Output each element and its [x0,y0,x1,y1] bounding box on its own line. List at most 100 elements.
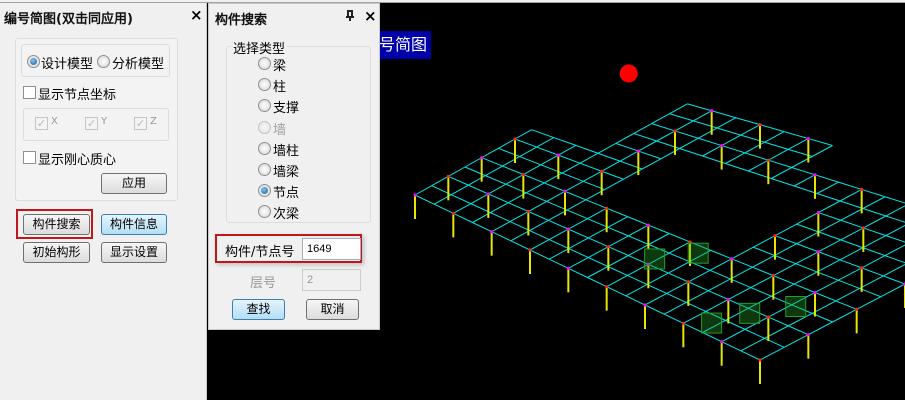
beam [481,157,503,167]
type-label: 支撑 [273,101,300,117]
node [643,303,647,307]
show-node-coords-checkbox[interactable] [23,86,36,99]
close-icon[interactable]: × [190,6,203,24]
type-radio[interactable] [258,141,271,155]
component-search-button[interactable]: 构件搜索 [23,214,90,235]
beam [861,255,886,269]
beam [768,159,792,168]
node [480,156,484,160]
beam [604,178,624,190]
analysis-model-radio[interactable] [97,55,110,68]
beam [859,275,884,289]
type-radio[interactable] [258,57,271,70]
close-icon[interactable]: × [364,7,377,25]
beam [744,152,769,161]
design-model-radio[interactable] [27,55,40,68]
beam [519,146,537,158]
beam [564,190,587,201]
beam [794,185,818,194]
cancel-button[interactable]: 取消 [306,299,359,320]
beam [523,174,545,184]
beam [558,154,581,164]
beam [725,152,746,164]
id-input[interactable] [302,238,361,260]
beam [788,138,809,150]
beam [566,209,588,220]
beam [773,275,795,285]
beam [840,208,864,221]
beam [674,120,694,132]
beam [861,267,884,277]
search-panel-title: 构件搜索 [215,13,268,28]
beam [546,190,566,202]
beam [840,219,864,229]
beam [587,207,607,220]
beam [796,212,819,225]
beam [816,181,839,194]
beam [740,124,761,136]
beam [608,235,629,248]
beam [863,215,887,229]
beam [453,212,473,223]
type-radio[interactable] [258,163,271,176]
floor-input [302,269,361,291]
beam [526,182,545,194]
beam [648,233,670,245]
beam [498,147,520,158]
show-node-coords-label: 显示节点坐标 [38,88,117,103]
y-checkbox: ✓ [85,117,98,130]
node [860,187,864,192]
apply-button[interactable]: 应用 [101,173,167,194]
beam [663,313,684,324]
y-label: Y [101,116,108,127]
wall [785,296,807,317]
node [686,280,690,284]
type-label: 柱 [273,80,287,96]
beam [588,226,609,239]
beam [839,200,864,209]
beam [523,164,542,175]
beam [633,123,652,134]
beam [529,219,549,232]
beam [568,237,589,249]
beam [856,296,882,310]
beam [862,247,886,257]
beam [641,158,662,170]
beam [838,267,862,281]
beam [839,247,864,261]
component-search-panel: 构件搜索 × 选择类型 梁柱支撑墙墙柱墙梁节点次梁 构件/节点号 层号 查找 取… [208,3,380,330]
beam [608,246,629,256]
beam [835,300,857,310]
component-info-button[interactable]: 构件信息 [101,214,167,235]
display-settings-button[interactable]: 显示设置 [101,242,167,263]
beam [656,130,676,142]
type-label: 梁 [273,59,287,74]
show-rigidity-center-checkbox[interactable] [23,151,36,164]
beam [488,193,509,204]
type-label: 次梁 [273,207,300,223]
beam [433,203,454,214]
pin-icon[interactable] [346,10,354,21]
node [646,223,650,227]
initial-shape-button[interactable]: 初始构形 [23,242,90,263]
node [563,189,567,193]
beam [431,175,449,187]
beam [709,258,732,271]
beam [579,162,602,172]
beam [502,156,520,167]
beam [529,239,550,251]
beam [601,170,624,180]
node [413,193,417,197]
beam [666,292,687,303]
beam [607,226,629,237]
beam [716,127,741,136]
node [600,169,604,173]
beam [885,215,905,223]
beam [414,194,435,205]
find-button[interactable]: 查找 [232,299,285,320]
panel-title: 编号简图(双击同应用) [4,12,133,27]
beam [568,257,589,269]
beam [693,120,718,129]
beam [883,275,905,285]
beam [656,140,680,149]
